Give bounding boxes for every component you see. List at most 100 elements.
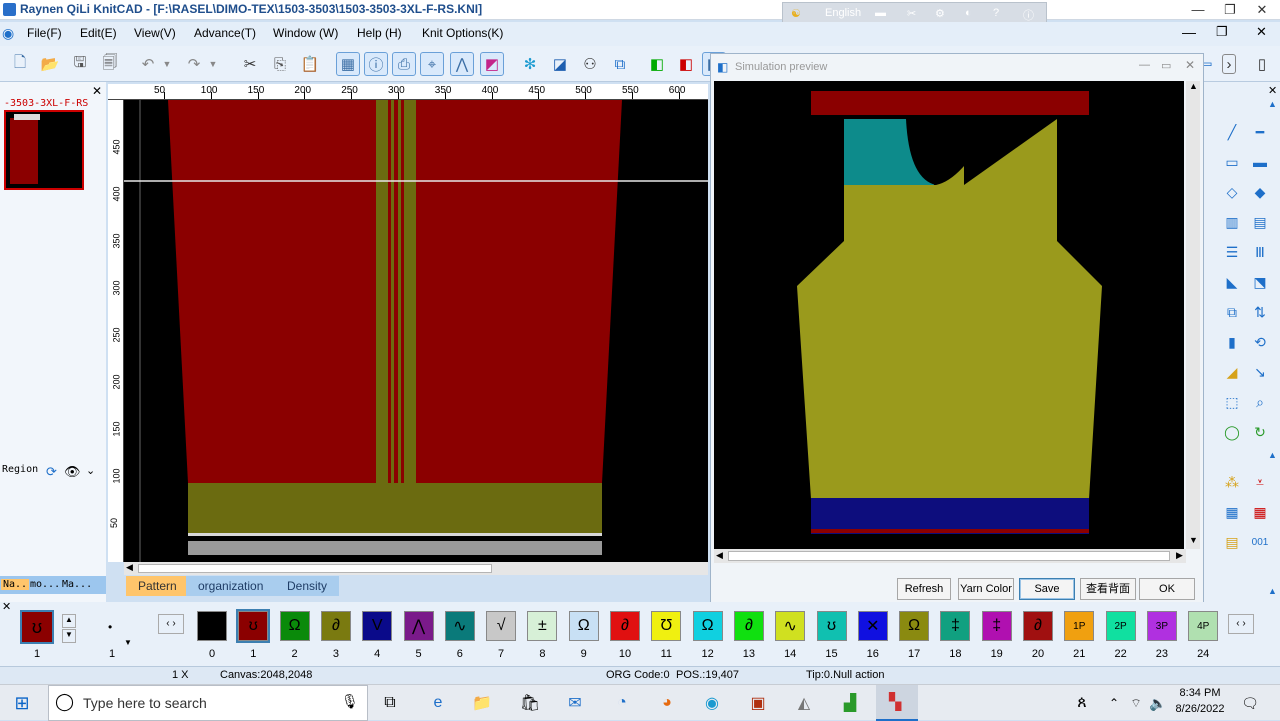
doc-restore-button[interactable]: ❐ xyxy=(1216,24,1228,40)
search-app-icon[interactable]: ◔ xyxy=(610,691,634,715)
position-icon[interactable]: ⌖ xyxy=(420,52,444,76)
stitch-swatch[interactable]: ⋀ xyxy=(403,611,434,641)
cut-icon[interactable]: ✂ xyxy=(238,52,262,76)
palette-close-icon[interactable]: ✕ xyxy=(2,600,11,613)
red-grid-icon[interactable]: ▦ xyxy=(1250,502,1270,522)
mail-icon[interactable]: ✉ xyxy=(563,691,587,715)
sim-scroll-right-icon[interactable]: ▶ xyxy=(1176,550,1183,561)
stitch-view-icon[interactable]: ⋀ xyxy=(450,52,474,76)
tools-icon[interactable]: ✂ xyxy=(907,7,916,20)
list-icon[interactable]: ▦ xyxy=(1222,502,1242,522)
stitch-swatch[interactable]: Ω xyxy=(279,611,310,641)
ok-button[interactable]: OK xyxy=(1139,578,1195,600)
document-tool-icon[interactable]: ▤ xyxy=(1222,532,1242,552)
stitch-swatch[interactable]: Ω xyxy=(899,611,930,641)
doc-close-button[interactable]: ✕ xyxy=(1256,24,1267,40)
refresh-button[interactable]: Refresh xyxy=(897,578,951,600)
toolbox-close-icon[interactable]: ✕ xyxy=(1268,84,1277,97)
pattern-tree-icon[interactable]: ⁂ xyxy=(1222,472,1242,492)
binoculars-icon[interactable]: ⚇ xyxy=(578,52,602,76)
tab-organization[interactable]: organization xyxy=(186,576,277,596)
stitch-swatch[interactable] xyxy=(197,611,227,641)
stitch-up-button[interactable]: ▲ xyxy=(62,614,76,628)
menu-window[interactable]: Window (W) xyxy=(273,26,338,40)
scroll-left-icon[interactable]: ◀ xyxy=(126,562,133,573)
help-icon[interactable]: ? xyxy=(993,7,999,19)
vertical-lines-icon[interactable]: Ⅲ xyxy=(1250,242,1270,262)
media-app-icon[interactable]: ▣ xyxy=(746,691,770,715)
keyboard-icon[interactable]: ▬ xyxy=(875,7,886,19)
yarn-color-button[interactable]: Yarn Color xyxy=(958,578,1014,600)
stitch-swatch[interactable]: Ω xyxy=(568,611,599,641)
lasso-icon[interactable]: ◯ xyxy=(1222,422,1242,442)
print-layout-icon[interactable]: ⎙ xyxy=(392,52,416,76)
restore-button[interactable]: ❐ xyxy=(1214,0,1246,20)
stitch-swatch[interactable]: V xyxy=(362,611,393,641)
current-stitch-swatch[interactable]: ʊ xyxy=(20,610,54,644)
toolbox-collapse-3-icon[interactable]: ▲ xyxy=(1268,586,1277,596)
undo-dropdown-icon[interactable]: ▼ xyxy=(160,52,174,76)
sim-close-button[interactable]: ✕ xyxy=(1185,58,1195,72)
doc-minimize-button[interactable]: — xyxy=(1182,24,1196,40)
select-icon[interactable]: ⬚ xyxy=(1222,392,1242,412)
save-icon[interactable]: 🖫 xyxy=(68,52,92,76)
brush-tool-icon[interactable]: ⬔ xyxy=(1250,272,1270,292)
stitch-swatch[interactable]: Ʊ xyxy=(651,611,682,641)
refresh-icon[interactable]: ⟳ xyxy=(46,464,57,480)
stitch-swatch[interactable]: ± xyxy=(527,611,558,641)
info-icon[interactable]: ⓘ xyxy=(1023,7,1034,23)
new-file-icon[interactable]: 🗋 xyxy=(8,52,32,76)
yarn-red-icon[interactable]: ◧ xyxy=(674,52,698,76)
horizontal-lines-icon[interactable]: ☰ xyxy=(1222,242,1242,262)
stitch-swatch[interactable]: 2P xyxy=(1105,611,1136,641)
stitch-swatch[interactable]: ‡ xyxy=(940,611,971,641)
eye-icon[interactable]: 👁 xyxy=(64,464,81,480)
volume-icon[interactable]: 🔈 xyxy=(1146,691,1170,715)
edge-icon[interactable]: ◉ xyxy=(700,691,724,715)
paste-icon[interactable]: 📋 xyxy=(298,52,322,76)
clock-time[interactable]: 8:34 PM xyxy=(1170,687,1230,699)
knitcad-task-active[interactable]: ▚ xyxy=(876,685,918,721)
save-button[interactable]: Save xyxy=(1019,578,1075,600)
info-tool-icon[interactable]: ⓘ xyxy=(364,52,388,76)
line-icon[interactable]: ━ xyxy=(1250,122,1270,142)
menu-knit-options[interactable]: Knit Options(K) xyxy=(422,26,503,40)
overflow-chevron-icon[interactable]: › xyxy=(1222,54,1236,74)
chart-app-icon[interactable]: ▟ xyxy=(838,691,862,715)
microphone-icon[interactable]: 🎙 xyxy=(341,693,359,710)
file-explorer-icon[interactable]: 📁 xyxy=(470,691,494,715)
menu-view[interactable]: View(V) xyxy=(134,26,176,40)
cut-pattern-icon[interactable]: ⩡ xyxy=(1250,472,1270,492)
mirror-icon[interactable]: ⇅ xyxy=(1250,302,1270,322)
stitch-swatch[interactable]: ʊ xyxy=(236,609,271,643)
sim-scroll-down-icon[interactable]: ▼ xyxy=(1189,535,1198,545)
stitch-swatch[interactable]: ∿ xyxy=(775,611,806,641)
yarn-green-icon[interactable]: ◧ xyxy=(645,52,669,76)
color-view-icon[interactable]: ◩ xyxy=(480,52,504,76)
notifications-icon[interactable]: 🗨 xyxy=(1238,691,1262,715)
stitch-down-button[interactable]: ▼ xyxy=(62,629,76,643)
clock-date[interactable]: 8/26/2022 xyxy=(1170,703,1230,715)
menu-file[interactable]: File(F) xyxy=(27,26,62,40)
left-tab-ma[interactable]: Ma... xyxy=(62,579,92,590)
snowflake-icon[interactable]: ✻ xyxy=(518,52,542,76)
menu-edit[interactable]: Edit(E) xyxy=(80,26,117,40)
gear-icon[interactable]: ⚙ xyxy=(935,7,945,20)
ime-language[interactable]: English xyxy=(825,7,861,19)
zoom-tool-icon[interactable]: ⌕ xyxy=(1250,392,1270,412)
grid-icon[interactable]: ▦ xyxy=(336,52,360,76)
edge-legacy-icon[interactable]: e xyxy=(426,691,450,715)
rotate-icon[interactable]: ⟲ xyxy=(1250,332,1270,352)
redo-icon[interactable]: ↷ xyxy=(182,52,206,76)
redo-dropdown-icon[interactable]: ▼ xyxy=(206,52,220,76)
stitch-swatch[interactable]: ∂ xyxy=(733,611,764,641)
copy-block-icon[interactable]: ⧉ xyxy=(1222,302,1242,322)
sim-scroll-up-icon[interactable]: ▲ xyxy=(1189,81,1198,91)
sim-vertical-scrollbar[interactable]: ▲ ▼ xyxy=(1186,81,1200,549)
canvas-horizontal-scrollbar[interactable]: ◀ xyxy=(124,562,708,575)
sim-maximize-button[interactable]: ▭ xyxy=(1161,59,1171,72)
scroll-thumb[interactable] xyxy=(138,564,492,573)
simulation-canvas[interactable] xyxy=(714,81,1184,549)
open-folder-icon[interactable]: 📂 xyxy=(38,52,62,76)
close-button[interactable]: ✕ xyxy=(1246,0,1278,20)
